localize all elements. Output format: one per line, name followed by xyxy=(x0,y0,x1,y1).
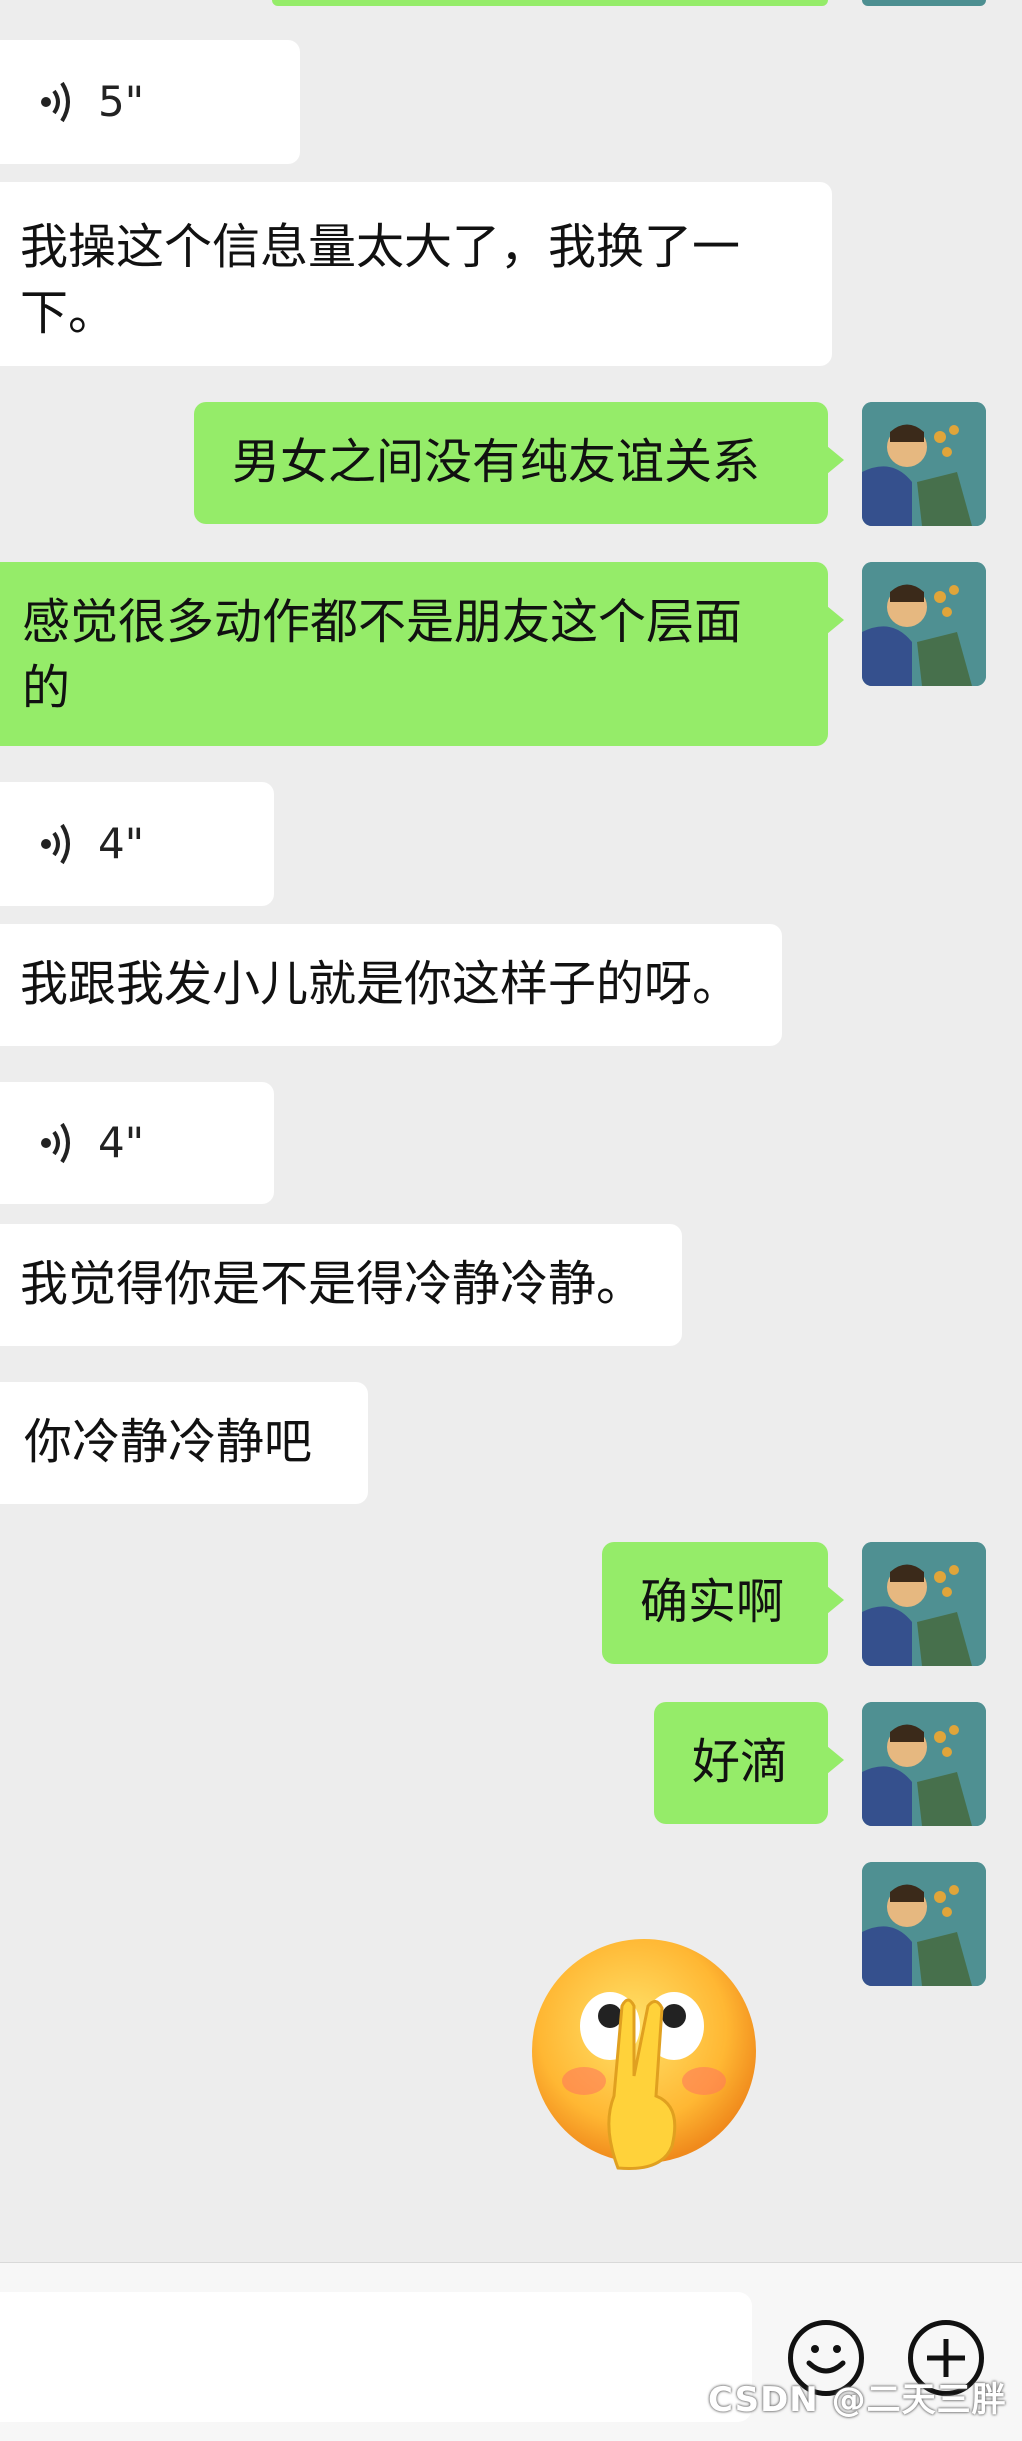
incoming-text-message[interactable]: 我跟我发小儿就是你这样子的呀。 xyxy=(0,924,782,1046)
voice-waves-icon xyxy=(41,81,70,123)
message-line: 感觉很多动作都不是朋友这个层面 xyxy=(22,594,743,650)
user-avatar[interactable] xyxy=(862,402,986,526)
outgoing-text-message[interactable]: 好滴 xyxy=(654,1702,844,1824)
avatar-illustration-icon xyxy=(862,1542,986,1666)
avatar-illustration-icon xyxy=(862,562,986,686)
user-avatar[interactable] xyxy=(862,1542,986,1666)
voice-waves-icon xyxy=(41,1122,70,1164)
avatar-illustration-icon xyxy=(862,1862,986,1986)
message-input[interactable] xyxy=(0,2292,752,2422)
incoming-text-message[interactable]: 我操这个信息量太大了，我换了一 下。 xyxy=(0,182,832,366)
watermark: CSDN @二天三胖 xyxy=(708,2380,1007,2420)
voice-message[interactable]: 4" xyxy=(0,1082,274,1204)
message-line: 我觉得你是不是得冷静冷静。 xyxy=(20,1256,645,1312)
message-line: 下。 xyxy=(20,285,117,341)
voice-duration: 4" xyxy=(98,1118,145,1167)
message-line: 我操这个信息量太大了，我换了一 xyxy=(20,219,741,275)
partial-avatar[interactable] xyxy=(862,0,986,6)
voice-waves-icon xyxy=(41,823,70,865)
voice-duration: 4" xyxy=(98,819,145,868)
sticker-message[interactable] xyxy=(522,1936,766,2180)
message-line: 确实啊 xyxy=(640,1574,785,1630)
peace-sign-emoji-icon xyxy=(532,1939,756,2171)
outgoing-text-message[interactable]: 确实啊 xyxy=(602,1542,844,1664)
message-line: 好滴 xyxy=(692,1734,789,1790)
user-avatar[interactable] xyxy=(862,562,986,686)
voice-message[interactable]: 4" xyxy=(0,782,274,906)
partial-outgoing-bubble[interactable] xyxy=(272,0,828,6)
outgoing-text-message[interactable]: 感觉很多动作都不是朋友这个层面 的 xyxy=(0,562,844,746)
voice-message[interactable]: 5" xyxy=(0,40,300,164)
avatar-illustration-icon xyxy=(862,402,986,526)
incoming-text-message[interactable]: 你冷静冷静吧 xyxy=(0,1382,368,1504)
message-line: 的 xyxy=(22,660,71,716)
outgoing-text-message[interactable]: 男女之间没有纯友谊关系 xyxy=(194,402,844,524)
message-line: 你冷静冷静吧 xyxy=(24,1414,313,1470)
avatar-illustration-icon xyxy=(862,1702,986,1826)
voice-duration: 5" xyxy=(98,77,145,126)
incoming-text-message[interactable]: 我觉得你是不是得冷静冷静。 xyxy=(0,1224,682,1346)
message-line: 我跟我发小儿就是你这样子的呀。 xyxy=(20,956,741,1012)
user-avatar[interactable] xyxy=(862,1702,986,1826)
message-line: 男女之间没有纯友谊关系 xyxy=(232,434,761,490)
user-avatar[interactable] xyxy=(862,1862,986,1986)
